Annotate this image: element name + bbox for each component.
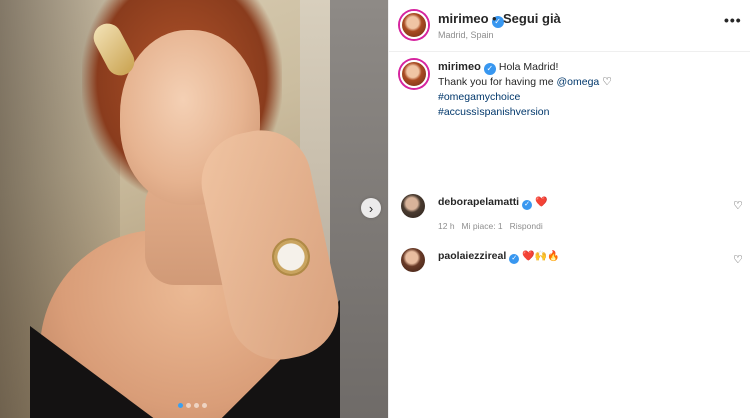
comment-text: ❤️ [535,197,548,208]
post-side-panel: mirimeo ✓ • Segui già Madrid, Spain ••• m… [388,0,750,418]
verified-badge-icon: ✓ [483,63,496,75]
verified-badge-icon: ✓ [522,200,533,210]
comment-text: ❤️🙌🔥 [522,251,560,262]
post-location[interactable]: Madrid, Spain [438,30,494,40]
carousel-indicators [178,403,207,408]
comment-item: paolaiezzireal ✓ ❤️🙌🔥 ♡ [389,246,750,276]
caption-line-1: Hola Madrid! [498,61,559,73]
caption-author-avatar[interactable] [400,60,428,88]
carousel-next-button[interactable]: › [361,198,381,218]
carousel-dot [178,403,183,408]
author-avatar[interactable] [400,11,428,39]
post-header: mirimeo ✓ • Segui già Madrid, Spain ••• [389,0,750,52]
comment-item: deborapelamatti ✓ ❤️ ♡ 12 h Mi piace: 1 Ri… [389,192,750,242]
post-caption: mirimeo ✓ Hola Madrid! Thank you for havi… [389,52,750,182]
post-photo[interactable]: › [0,0,388,418]
commenter-username[interactable]: deborapelamatti ✓ ❤️ [438,196,548,210]
more-options-icon[interactable]: ••• [724,12,742,28]
comment-like-icon[interactable]: ♡ [733,199,743,212]
comment-like-icon[interactable]: ♡ [733,253,743,266]
caption-line-2: Thank you for having me [438,76,554,88]
carousel-dot [194,403,199,408]
caption-text: mirimeo ✓ Hola Madrid! Thank you for havi… [438,60,728,120]
following-button[interactable]: Segui già [503,11,561,26]
comment-reply-button[interactable]: Rispondi [510,221,543,231]
commenter-avatar[interactable] [401,248,425,272]
verified-badge-icon: ✓ [509,254,520,264]
header-separator: • [492,11,497,26]
carousel-dot [186,403,191,408]
comment-time[interactable]: 12 h [438,221,455,231]
mention-link[interactable]: @omega [556,76,599,88]
heart-emoji-icon: ♡ [602,76,613,88]
comment-meta: 12 h Mi piace: 1 Rispondi [438,221,543,231]
commenter-avatar[interactable] [401,194,425,218]
caption-author-username[interactable]: mirimeo ✓ [438,61,499,75]
hashtag-link[interactable]: #accussìspanishversion [438,105,728,120]
carousel-dot [202,403,207,408]
chevron-right-icon: › [368,200,374,216]
commenter-username[interactable]: paolaiezzireal ✓ ❤️🙌🔥 [438,250,560,264]
hashtag-link[interactable]: #omegamychoice [438,90,728,105]
wrist-watch [272,238,310,276]
comment-likes-count[interactable]: Mi piace: 1 [462,221,503,231]
